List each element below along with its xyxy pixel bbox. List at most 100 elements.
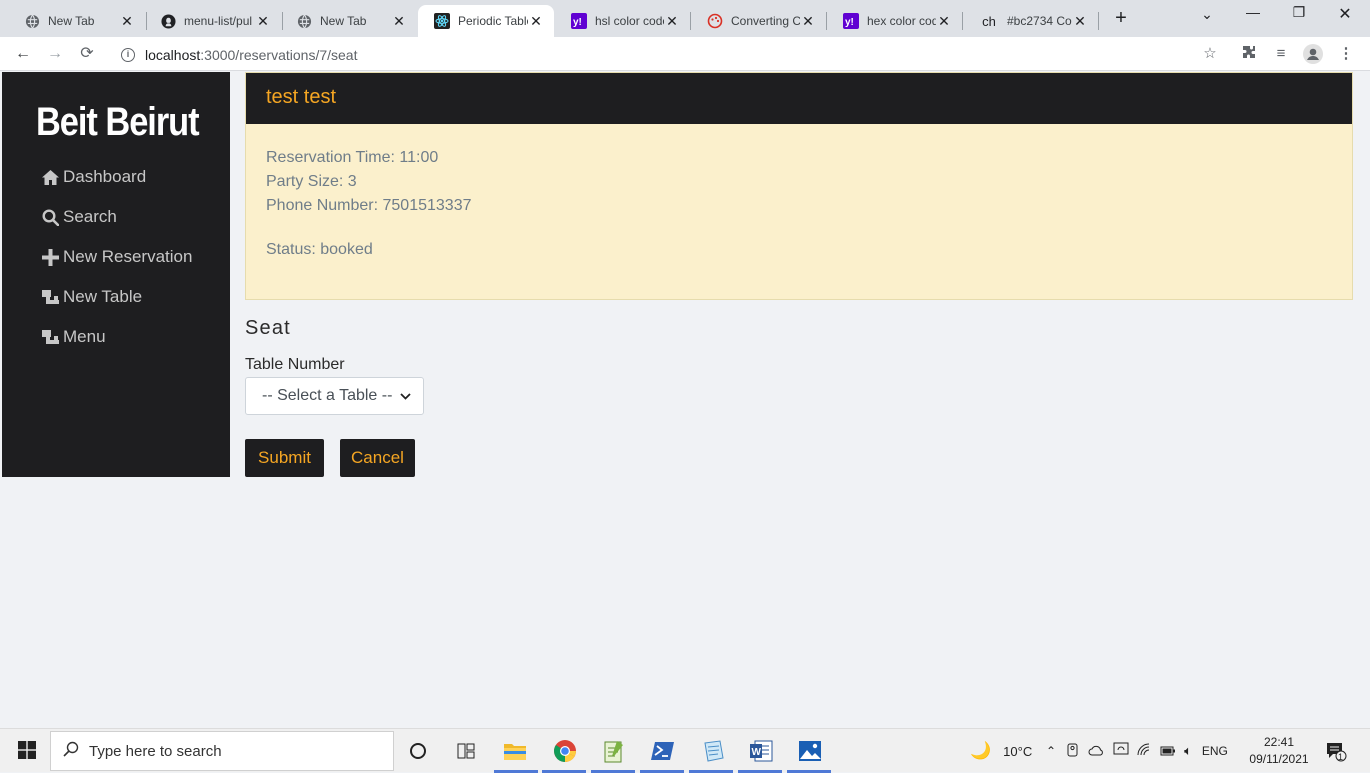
home-icon xyxy=(42,168,62,186)
notepad-plus-icon[interactable] xyxy=(591,735,635,773)
globe-icon xyxy=(24,13,40,29)
svg-text:y!: y! xyxy=(845,17,854,28)
chevron-up-icon[interactable]: ⌃ xyxy=(1046,744,1056,758)
tab-title: hsl color code xyxy=(595,14,664,28)
browser-tab[interactable]: New Tab ✕ xyxy=(280,5,417,37)
onedrive-icon[interactable] xyxy=(1088,744,1105,759)
browser-menu-icon[interactable]: ⋮ xyxy=(1336,44,1356,64)
moon-icon: 🌙 xyxy=(970,741,992,760)
browser-tab[interactable]: menu-list/pul ✕ xyxy=(144,5,281,37)
back-icon[interactable]: ← xyxy=(12,43,34,65)
close-icon[interactable]: ✕ xyxy=(391,13,407,30)
close-icon[interactable]: ✕ xyxy=(800,13,816,30)
tab-title: Periodic Table xyxy=(458,14,528,28)
close-icon[interactable]: ✕ xyxy=(528,13,544,30)
table-number-label: Table Number xyxy=(245,356,345,373)
nav-label: Dashboard xyxy=(63,167,147,186)
close-icon[interactable]: ✕ xyxy=(119,13,135,30)
weather-widget[interactable]: 🌙 10°C xyxy=(970,729,1032,773)
close-icon[interactable]: ✕ xyxy=(936,13,952,30)
party-size: Party Size: 3 xyxy=(266,173,357,190)
tab-separator xyxy=(1098,12,1099,30)
reservation-status: Status: booked xyxy=(266,241,373,258)
close-icon[interactable]: ✕ xyxy=(664,13,680,30)
nav-item-new-reservation[interactable]: New Reservation xyxy=(42,247,192,267)
cancel-button[interactable]: Cancel xyxy=(340,439,415,477)
notification-center-icon[interactable]: 1 xyxy=(1325,729,1347,773)
tab-title: menu-list/pul xyxy=(184,14,253,28)
url-path: :3000/reservations/7/seat xyxy=(200,46,358,63)
browser-tab[interactable]: y! hsl color code ✕ xyxy=(555,5,690,37)
info-icon[interactable]: i xyxy=(121,47,135,62)
seat-heading: Seat xyxy=(245,317,291,339)
restore-icon[interactable]: ❐ xyxy=(1284,4,1314,21)
cortana-icon[interactable] xyxy=(401,735,435,767)
meet-icon[interactable] xyxy=(1066,743,1079,760)
browser-tab-active[interactable]: Periodic Table ✕ xyxy=(418,5,554,37)
taskbar-search-input[interactable]: Type here to search xyxy=(50,731,394,771)
word-icon[interactable]: W xyxy=(738,735,782,773)
new-tab-button[interactable]: + xyxy=(1108,8,1134,30)
window-close-icon[interactable]: ✕ xyxy=(1330,4,1360,24)
app-page: Beit Beirut Dashboard Search New Reserva… xyxy=(0,72,1370,728)
windows-taskbar: Type here to search W 🌙 10°C ⌃ 🔈︎ ENG 22… xyxy=(0,728,1370,773)
reading-list-icon[interactable]: ≡ xyxy=(1271,44,1291,64)
forward-icon[interactable]: → xyxy=(44,43,66,65)
browser-tab[interactable]: Converting Co ✕ xyxy=(691,5,826,37)
browser-tab[interactable]: y! hex color cod ✕ xyxy=(827,5,962,37)
bookmark-star-icon[interactable]: ☆ xyxy=(1200,44,1220,64)
tab-strip: New Tab ✕ menu-list/pul ✕ New Tab ✕ Peri… xyxy=(0,0,1370,37)
nav-label: New Table xyxy=(63,287,143,306)
nav-item-dashboard[interactable]: Dashboard xyxy=(42,167,146,187)
profile-avatar[interactable] xyxy=(1303,44,1323,64)
wifi-icon[interactable] xyxy=(1137,743,1152,759)
photos-icon[interactable] xyxy=(787,735,831,773)
yahoo-icon: y! xyxy=(571,13,587,29)
table-icon xyxy=(42,288,62,306)
palette-icon xyxy=(707,13,723,29)
chevron-down-icon xyxy=(400,387,411,405)
chrome-icon[interactable] xyxy=(542,735,586,773)
volume-icon[interactable]: 🔈︎ xyxy=(1184,743,1192,759)
address-bar[interactable]: i localhost:3000/reservations/7/seat xyxy=(110,41,1230,68)
nav-label: Search xyxy=(63,207,117,226)
file-explorer-icon[interactable] xyxy=(494,735,538,773)
tab-title: New Tab xyxy=(48,14,95,28)
powershell-icon[interactable] xyxy=(640,735,684,773)
task-view-icon[interactable] xyxy=(449,735,483,767)
close-icon[interactable]: ✕ xyxy=(1072,13,1088,30)
tab-title: #bc2734 Colo xyxy=(1007,14,1072,28)
table-select[interactable]: -- Select a Table -- xyxy=(245,377,424,415)
url-host: localhost xyxy=(145,46,201,63)
tab-title: Converting Co xyxy=(731,14,800,28)
notepad-icon[interactable] xyxy=(689,735,733,773)
browser-tab[interactable]: New Tab ✕ xyxy=(8,5,145,37)
minimize-icon[interactable]: — xyxy=(1238,4,1268,20)
reservation-details: Reservation Time: 11:00 Party Size: 3 Ph… xyxy=(246,124,1352,284)
browser-toolbar: ← → ⟳ i localhost:3000/reservations/7/se… xyxy=(0,37,1370,71)
ch-icon: ch xyxy=(982,13,996,29)
close-icon[interactable]: ✕ xyxy=(255,13,271,30)
nav-label: New Reservation xyxy=(63,247,193,266)
language-indicator[interactable]: ENG xyxy=(1202,744,1228,758)
nav-item-search[interactable]: Search xyxy=(42,207,117,227)
clock-date: 09/11/2021 xyxy=(1249,752,1309,766)
taskbar-clock[interactable]: 22:41 09/11/2021 xyxy=(1246,734,1312,768)
table-select-value: -- Select a Table -- xyxy=(262,387,393,404)
tab-search-icon[interactable]: ⌄ xyxy=(1192,6,1222,23)
github-icon xyxy=(160,13,176,29)
windows-start-icon[interactable] xyxy=(18,741,36,759)
browser-tab[interactable]: ch #bc2734 Colo ✕ xyxy=(963,5,1098,37)
network-status-icon[interactable] xyxy=(1113,742,1129,760)
extensions-icon[interactable] xyxy=(1239,44,1259,64)
table-icon xyxy=(42,328,62,346)
tray-icons: ⌃ 🔈︎ ENG xyxy=(1046,729,1228,773)
submit-button[interactable]: Submit xyxy=(245,439,324,477)
brand-title[interactable]: Beit Beirut xyxy=(36,100,200,145)
nav-item-menu[interactable]: Menu xyxy=(42,327,106,347)
react-icon xyxy=(434,13,450,29)
nav-item-new-table[interactable]: New Table xyxy=(42,287,142,307)
tab-title: hex color cod xyxy=(867,14,936,28)
battery-icon[interactable] xyxy=(1160,744,1176,759)
reload-icon[interactable]: ⟳ xyxy=(76,43,98,65)
